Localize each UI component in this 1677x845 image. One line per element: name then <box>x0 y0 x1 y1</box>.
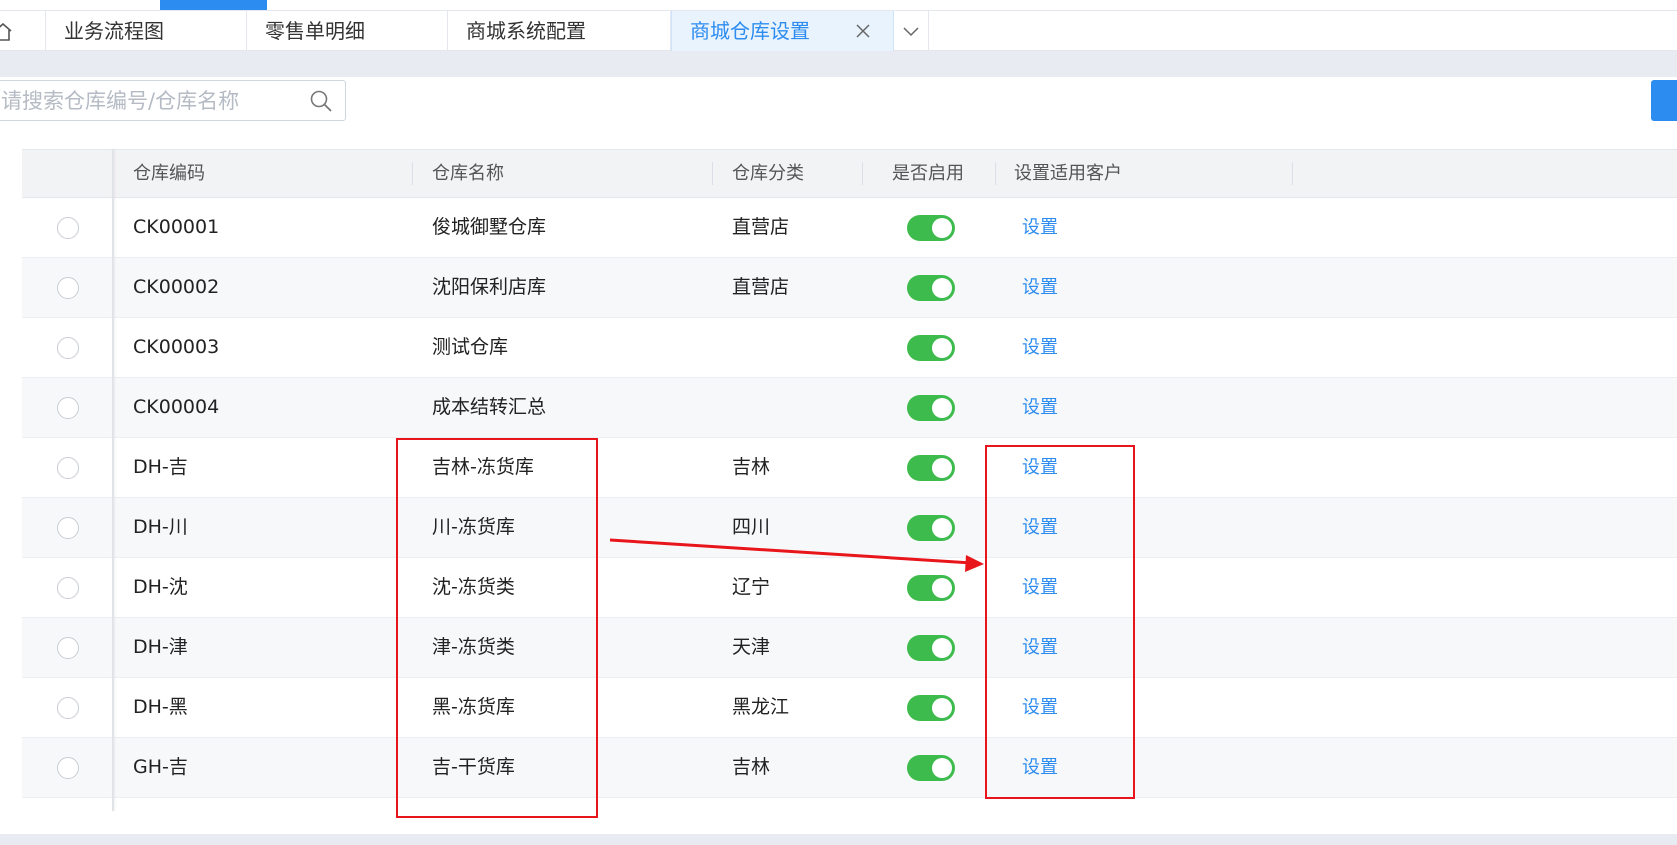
cell-type: 天津 <box>732 636 771 658</box>
cell-code: CK00002 <box>133 276 220 298</box>
search-input[interactable] <box>0 81 291 120</box>
cell-name: 沈阳保利店库 <box>432 276 547 298</box>
search-box <box>0 80 346 121</box>
set-customer-link[interactable]: 设置 <box>1022 378 1058 437</box>
toggle-knob <box>932 758 952 778</box>
header-code: 仓库编码 <box>133 163 205 184</box>
table-row: CK00004 成本结转汇总 设置 <box>22 378 1677 438</box>
toolbar-divider <box>0 51 1677 77</box>
enabled-toggle[interactable] <box>907 635 955 661</box>
cell-code: DH-吉 <box>133 456 188 478</box>
warehouse-table: 仓库编码 仓库名称 仓库分类 是否启用 设置适用客户 CK00001 俊城御墅仓… <box>22 149 1677 811</box>
toggle-knob <box>932 278 952 298</box>
toggle-knob <box>932 218 952 238</box>
cell-type: 直营店 <box>732 276 790 298</box>
toggle-knob <box>932 638 952 658</box>
header-separator <box>862 162 863 185</box>
cell-code: GH-吉 <box>133 756 188 778</box>
table-header: 仓库编码 仓库名称 仓库分类 是否启用 设置适用客户 <box>22 149 1677 198</box>
table-row: DH-津 津-冻货类 天津 设置 <box>22 618 1677 678</box>
set-customer-link[interactable]: 设置 <box>1022 258 1058 317</box>
toggle-knob <box>932 398 952 418</box>
header-separator <box>412 162 413 185</box>
tab-mall-warehouse-settings[interactable]: 商城仓库设置 <box>671 11 894 51</box>
tab-home[interactable] <box>0 11 46 51</box>
header-name: 仓库名称 <box>432 163 504 184</box>
table-row: CK00002 沈阳保利店库 直营店 设置 <box>22 258 1677 318</box>
home-icon <box>0 23 12 41</box>
toggle-knob <box>932 698 952 718</box>
header-separator <box>995 162 996 185</box>
cell-type: 吉林 <box>732 756 771 778</box>
row-select-radio[interactable] <box>57 337 79 359</box>
annotation-box-settings <box>985 445 1135 799</box>
tab-bar: 业务流程图 零售单明细 商城系统配置 商城仓库设置 <box>0 10 1677 51</box>
enabled-toggle[interactable] <box>907 755 955 781</box>
cell-code: CK00001 <box>133 216 220 238</box>
table-row: CK00001 俊城御墅仓库 直营店 设置 <box>22 198 1677 258</box>
tab-retail-detail[interactable]: 零售单明细 <box>247 11 448 51</box>
cell-code: DH-川 <box>133 516 188 538</box>
table-row: CK00003 测试仓库 设置 <box>22 318 1677 378</box>
toggle-knob <box>932 338 952 358</box>
cell-code: CK00003 <box>133 336 220 358</box>
cell-type: 直营店 <box>732 216 790 238</box>
enabled-toggle[interactable] <box>907 695 955 721</box>
enabled-toggle[interactable] <box>907 215 955 241</box>
top-accent-bar <box>160 0 267 10</box>
cell-code: CK00004 <box>133 396 220 418</box>
cell-type: 吉林 <box>732 456 771 478</box>
table-row: DH-黑 黑-冻货库 黑龙江 设置 <box>22 678 1677 738</box>
header-customer: 设置适用客户 <box>1014 163 1122 184</box>
cell-code: DH-沈 <box>133 576 188 598</box>
app-root: 业务流程图 零售单明细 商城系统配置 商城仓库设置 仓库编 <box>0 0 1677 845</box>
header-separator <box>712 162 713 185</box>
tab-label: 业务流程图 <box>64 19 164 43</box>
row-select-radio[interactable] <box>57 397 79 419</box>
chevron-down-icon <box>903 27 919 37</box>
enabled-toggle[interactable] <box>907 455 955 481</box>
table-row: DH-吉 吉林-冻货库 吉林 设置 <box>22 438 1677 498</box>
set-customer-link[interactable]: 设置 <box>1022 198 1058 257</box>
row-select-radio[interactable] <box>57 577 79 599</box>
row-select-radio[interactable] <box>57 517 79 539</box>
cell-name: 俊城御墅仓库 <box>432 216 547 238</box>
primary-action-button[interactable] <box>1651 80 1677 121</box>
header-enabled: 是否启用 <box>892 163 964 184</box>
row-select-radio[interactable] <box>57 697 79 719</box>
row-select-radio[interactable] <box>57 457 79 479</box>
header-separator <box>1292 162 1293 185</box>
cell-name: 测试仓库 <box>432 336 509 358</box>
row-select-radio[interactable] <box>57 217 79 239</box>
cell-type: 黑龙江 <box>732 696 790 718</box>
tab-label: 商城仓库设置 <box>690 19 810 43</box>
toggle-knob <box>932 578 952 598</box>
cell-code: DH-黑 <box>133 696 188 718</box>
tab-mall-config[interactable]: 商城系统配置 <box>448 11 671 51</box>
tab-more-button[interactable] <box>894 11 929 51</box>
search-icon[interactable] <box>309 89 333 113</box>
enabled-toggle[interactable] <box>907 275 955 301</box>
tab-label: 零售单明细 <box>265 19 365 43</box>
table-row: GH-吉 吉-干货库 吉林 设置 <box>22 738 1677 798</box>
toggle-knob <box>932 458 952 478</box>
cell-code: DH-津 <box>133 636 188 658</box>
bottom-divider <box>0 834 1677 845</box>
header-type: 仓库分类 <box>732 163 804 184</box>
tab-business-flow[interactable]: 业务流程图 <box>46 11 247 51</box>
annotation-arrow <box>609 538 984 572</box>
close-icon[interactable] <box>855 23 871 39</box>
row-select-radio[interactable] <box>57 277 79 299</box>
enabled-toggle[interactable] <box>907 395 955 421</box>
row-select-radio[interactable] <box>57 637 79 659</box>
tab-label: 商城系统配置 <box>466 19 586 43</box>
row-select-radio[interactable] <box>57 757 79 779</box>
enabled-toggle[interactable] <box>907 335 955 361</box>
fixed-column-divider <box>112 149 114 811</box>
annotation-box-names <box>396 438 598 818</box>
cell-name: 成本结转汇总 <box>432 396 547 418</box>
set-customer-link[interactable]: 设置 <box>1022 318 1058 377</box>
